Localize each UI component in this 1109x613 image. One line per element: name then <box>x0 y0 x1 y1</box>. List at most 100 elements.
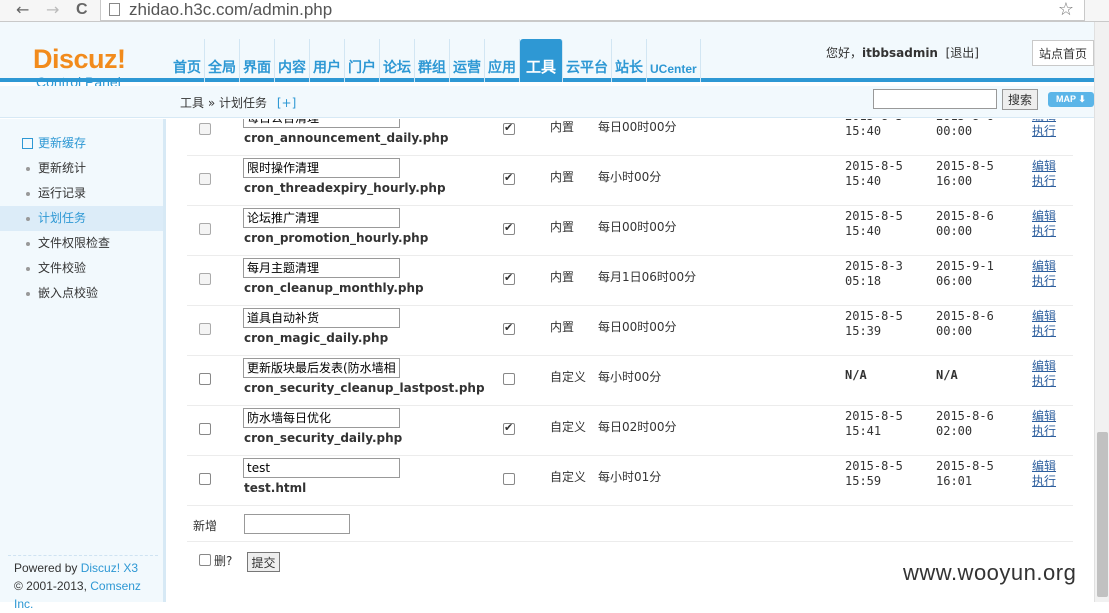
sidebar-divider <box>8 555 158 556</box>
bookmark-star-icon[interactable]: ☆ <box>1058 0 1074 20</box>
scrollbar-thumb[interactable] <box>1097 432 1108 597</box>
delete-checkbox <box>199 323 211 335</box>
add-shortcut-link[interactable]: [+] <box>277 96 296 110</box>
nav-item-7[interactable]: 群组 <box>415 39 450 82</box>
edit-link[interactable]: 编辑 <box>1032 209 1056 224</box>
run-link[interactable]: 执行 <box>1032 224 1056 239</box>
task-type: 内置 <box>550 270 575 284</box>
breadcrumb-section[interactable]: 工具 <box>180 96 204 110</box>
edit-icon <box>22 138 33 149</box>
enable-checkbox[interactable] <box>503 421 515 435</box>
task-schedule: 每日00时00分 <box>598 120 677 134</box>
enable-checkbox[interactable] <box>503 473 515 485</box>
last-run: 2015-8-5 15:39 <box>845 309 903 339</box>
site-home-button[interactable]: 站点首页 <box>1032 40 1094 66</box>
run-link[interactable]: 执行 <box>1032 424 1056 439</box>
run-link[interactable]: 执行 <box>1032 374 1056 389</box>
new-task-input[interactable] <box>244 514 350 534</box>
search-input[interactable] <box>873 89 997 109</box>
sidebar-item-3[interactable]: 计划任务 <box>0 206 163 231</box>
run-link[interactable]: 执行 <box>1032 124 1056 139</box>
sidebar-item-2[interactable]: 运行记录 <box>0 181 163 206</box>
scrollbar-track-top <box>1094 22 1109 119</box>
edit-link[interactable]: 编辑 <box>1032 259 1056 274</box>
enable-checkbox[interactable] <box>503 373 515 385</box>
cron-task-table: test test.html 自定义 每小时01分 2015-8-5 15:59 2015-… <box>169 119 1094 602</box>
nav-item-5[interactable]: 门户 <box>345 39 380 82</box>
task-operations: 编辑执行 <box>1032 259 1056 289</box>
task-name-input[interactable]: 每日公告清理 <box>243 119 400 128</box>
sidebar-item-6[interactable]: 嵌入点校验 <box>0 281 163 306</box>
delete-label: 删? <box>214 554 233 568</box>
next-run: 2015-8-5 16:00 <box>936 159 994 189</box>
task-name-input[interactable]: 论坛推广清理 <box>243 208 400 228</box>
submit-button[interactable]: 提交 <box>247 552 280 572</box>
last-run-part: 2015-8-5 <box>845 159 903 173</box>
sidebar-item-4[interactable]: 文件权限检查 <box>0 231 163 256</box>
task-type: 自定义 <box>550 470 587 484</box>
nav-item-3[interactable]: 内容 <box>275 39 310 82</box>
next-run: N/A <box>936 368 958 383</box>
sidebar-item-1[interactable]: 更新统计 <box>0 156 163 181</box>
discuz-link[interactable]: Discuz! X3 <box>81 561 138 575</box>
next-run: 2015-8-6 02:00 <box>936 409 994 439</box>
run-link[interactable]: 执行 <box>1032 274 1056 289</box>
forward-icon[interactable]: → <box>46 1 59 19</box>
nav-item-12[interactable]: 站长 <box>612 39 648 82</box>
enable-checkbox[interactable] <box>503 171 515 185</box>
task-name-input[interactable]: 防水墙每日优化 <box>243 408 400 428</box>
search-button[interactable]: 搜索 <box>1002 89 1038 110</box>
delete-checkbox[interactable] <box>199 373 211 385</box>
edit-link[interactable]: 编辑 <box>1032 309 1056 324</box>
enable-checkbox[interactable] <box>503 271 515 285</box>
logout-link[interactable]: [退出] <box>946 46 979 60</box>
edit-link[interactable]: 编辑 <box>1032 159 1056 174</box>
nav-item-2[interactable]: 界面 <box>240 39 275 82</box>
sidebar-menu: 更新缓存 更新统计 运行记录 计划任务 文件权限检查 文件校验 嵌入点校验 <box>0 131 163 306</box>
delete-checkbox[interactable] <box>199 423 211 435</box>
last-run-part: 15:39 <box>845 324 882 338</box>
scrollbar[interactable] <box>1094 119 1109 602</box>
last-run: 2015-8-5 15:41 <box>845 409 903 439</box>
last-run-part: 2015-8-5 <box>845 409 903 423</box>
delete-checkbox[interactable] <box>199 473 211 485</box>
nav-item-13[interactable]: UCenter <box>647 39 701 82</box>
nav-item-0[interactable]: 首页 <box>170 39 205 82</box>
map-button[interactable]: MAP ⬇ <box>1048 92 1094 107</box>
nav-item-4[interactable]: 用户 <box>310 39 345 82</box>
discuz-logo[interactable]: Discuz! Control Panel <box>33 44 126 90</box>
task-name-input[interactable]: 道具自动补货 <box>243 308 400 328</box>
edit-link[interactable]: 编辑 <box>1032 409 1056 424</box>
nav-item-10[interactable]: 工具 <box>520 39 564 82</box>
address-bar[interactable]: zhidao.h3c.com/admin.php ☆ <box>100 0 1085 21</box>
nav-item-9[interactable]: 应用 <box>485 39 520 82</box>
nav-item-1[interactable]: 全局 <box>205 39 240 82</box>
run-link[interactable]: 执行 <box>1032 474 1056 489</box>
task-name-input[interactable]: test <box>243 458 400 478</box>
table-row: test test.html 自定义 每小时01分 2015-8-5 15:59 2015-… <box>187 456 1073 506</box>
nav-item-8[interactable]: 运营 <box>450 39 485 82</box>
sidebar-item-0[interactable]: 更新缓存 <box>0 131 163 156</box>
task-name-input[interactable]: 更新版块最后发表(防水墙相 <box>243 358 400 378</box>
delete-all-checkbox[interactable] <box>199 554 211 566</box>
task-schedule: 每小时00分 <box>598 170 662 184</box>
task-name-input[interactable]: 限时操作清理 <box>243 158 400 178</box>
run-link[interactable]: 执行 <box>1032 174 1056 189</box>
sidebar-item-5[interactable]: 文件校验 <box>0 256 163 281</box>
delete-checkbox <box>199 223 211 235</box>
back-icon[interactable]: ← <box>16 1 29 19</box>
nav-item-11[interactable]: 云平台 <box>563 39 613 82</box>
nav-item-6[interactable]: 论坛 <box>380 39 415 82</box>
bullet-icon <box>26 167 30 171</box>
task-name-input[interactable]: 每月主题清理 <box>243 258 400 278</box>
enable-checkbox[interactable] <box>503 221 515 235</box>
enable-checkbox[interactable] <box>503 121 515 135</box>
run-link[interactable]: 执行 <box>1032 324 1056 339</box>
edit-link[interactable]: 编辑 <box>1032 459 1056 474</box>
last-run-part: 05:18 <box>845 274 882 288</box>
edit-link[interactable]: 编辑 <box>1032 359 1056 374</box>
task-operations: 编辑执行 <box>1032 159 1056 189</box>
reload-icon[interactable]: C <box>76 1 88 19</box>
next-run-part: 2015-8-6 <box>936 209 994 223</box>
enable-checkbox[interactable] <box>503 321 515 335</box>
